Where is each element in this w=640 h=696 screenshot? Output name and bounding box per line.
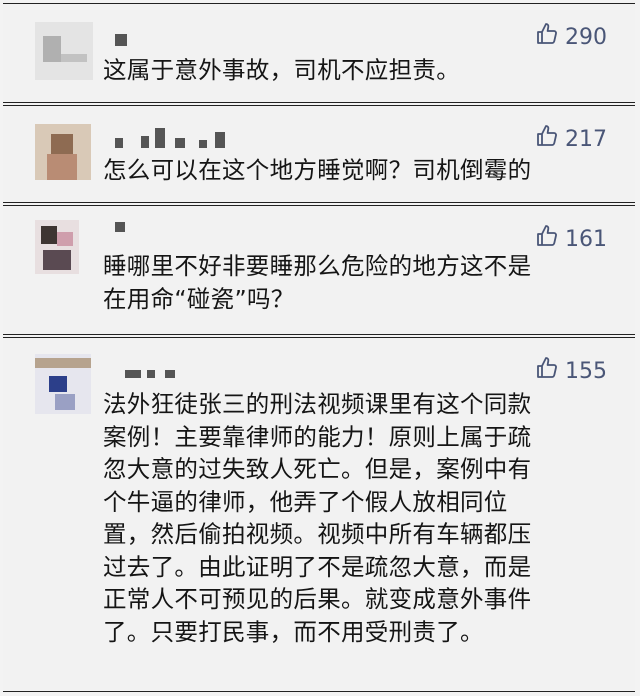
comment-card: 155 法外狂徒张三的刑法视频课里有这个同款 案例！主要靠律师的能力！原则上属于… bbox=[3, 337, 635, 692]
like-button[interactable]: 217 bbox=[535, 124, 607, 154]
comment-card: 290 这属于意外事故，司机不应担责。 bbox=[3, 3, 635, 103]
like-count: 290 bbox=[565, 24, 607, 50]
avatar[interactable] bbox=[35, 22, 93, 80]
thumbs-up-icon bbox=[535, 356, 559, 386]
comment-card: 217 怎么可以在这个地方睡觉啊？司机倒霉的 bbox=[3, 105, 635, 203]
comment-card: 161 睡哪里不好非要睡那么危险的地方这不是 在用命“碰瓷”吗？ bbox=[3, 205, 635, 335]
comment-text: 睡哪里不好非要睡那么危险的地方这不是 在用命“碰瓷”吗？ bbox=[103, 252, 532, 313]
thumbs-up-icon bbox=[535, 124, 559, 154]
like-count: 217 bbox=[565, 126, 607, 152]
like-button[interactable]: 155 bbox=[535, 356, 607, 386]
like-count: 155 bbox=[565, 358, 607, 384]
comment-text: 怎么可以在这个地方睡觉啊？司机倒霉的 bbox=[103, 156, 532, 184]
avatar[interactable] bbox=[35, 220, 79, 274]
avatar[interactable] bbox=[35, 354, 91, 414]
like-count: 161 bbox=[565, 226, 607, 252]
thumbs-up-icon bbox=[535, 22, 559, 52]
comment-text: 法外狂徒张三的刑法视频课里有这个同款 案例！主要靠律师的能力！原则上属于疏 忽大… bbox=[103, 390, 532, 646]
comment-text: 这属于意外事故，司机不应担责。 bbox=[103, 56, 460, 84]
avatar[interactable] bbox=[35, 124, 91, 180]
like-button[interactable]: 290 bbox=[535, 22, 607, 52]
